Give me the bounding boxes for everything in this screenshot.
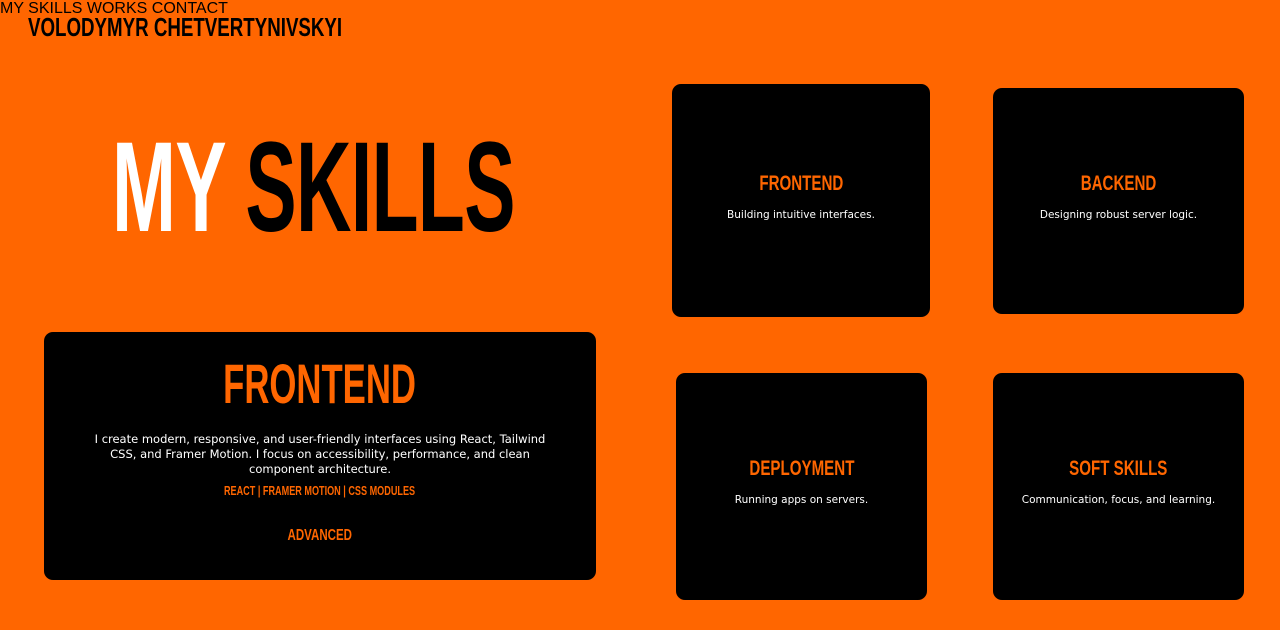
skill-card-description: Running apps on servers. [734, 494, 869, 506]
page-title-word-2: SKILLS [245, 116, 515, 259]
skill-card-title-wrap: SOFT SKILLS [993, 457, 1244, 483]
skill-card-title-wrap: DEPLOYMENT [676, 457, 927, 483]
skill-card-backend[interactable]: BACKEND Designing robust server logic. [993, 88, 1244, 314]
skill-detail-tags: REACT | FRAMER MOTION | CSS MODULES [224, 483, 416, 498]
skill-card-description: Building intuitive interfaces. [727, 209, 875, 221]
skill-detail-card: FRONTEND I create modern, responsive, an… [44, 332, 596, 580]
skill-card-title: DEPLOYMENT [748, 457, 855, 480]
skill-detail-title: FRONTEND [223, 352, 417, 415]
skill-card-title: SOFT SKILLS [1069, 457, 1168, 480]
skill-detail-tags-wrap: REACT | FRAMER MOTION | CSS MODULES [44, 482, 596, 500]
skill-detail-description: I create modern, responsive, and user-fr… [94, 432, 546, 476]
site-brand[interactable]: VOLODYMYR CHETVERTYNIVSKYI [28, 12, 342, 43]
page-title: MY SKILLS [112, 124, 515, 252]
skill-card-description: Designing robust server logic. [1039, 209, 1198, 221]
skill-card-description: Communication, focus, and learning. [1021, 494, 1216, 506]
page-title-word-1: MY [112, 116, 225, 259]
skill-card-deployment[interactable]: DEPLOYMENT Running apps on servers. [676, 373, 927, 600]
skill-card-title: BACKEND [1080, 172, 1157, 195]
skill-detail-title-wrap: FRONTEND [44, 356, 596, 427]
skill-card-frontend[interactable]: FRONTEND Building intuitive interfaces. [672, 84, 930, 317]
skill-detail-level: ADVANCED [287, 527, 353, 544]
skill-card-soft-skills[interactable]: SOFT SKILLS Communication, focus, and le… [993, 373, 1244, 600]
skill-card-title-wrap: FRONTEND [672, 172, 930, 198]
skill-card-title: FRONTEND [758, 172, 843, 195]
skill-card-title-wrap: BACKEND [993, 172, 1244, 198]
skill-detail-level-wrap: ADVANCED [44, 526, 596, 546]
